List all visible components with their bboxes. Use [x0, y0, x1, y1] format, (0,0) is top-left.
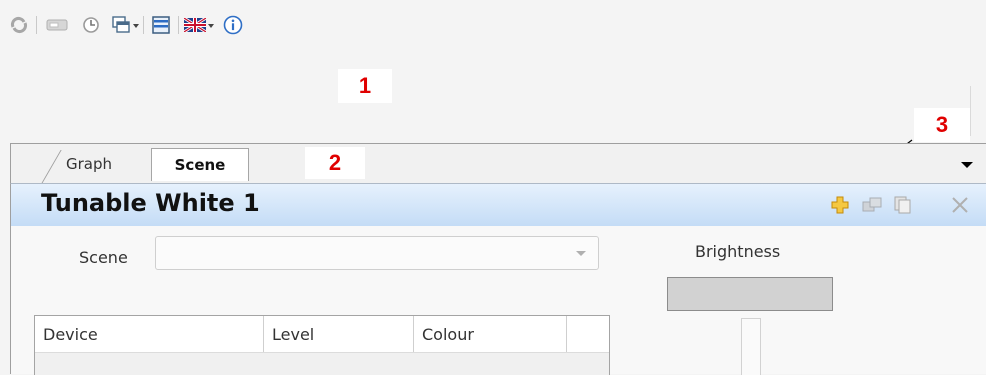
language-dropdown-arrow-icon[interactable] [208, 24, 214, 28]
list-view-icon[interactable] [150, 14, 172, 36]
delete-icon[interactable] [949, 194, 971, 216]
toolbar-separator [36, 16, 37, 34]
scene-label: Scene [79, 248, 128, 267]
divider-line [970, 86, 971, 136]
panel-title: Tunable White 1 [41, 189, 260, 217]
callout-3: 3 [914, 108, 970, 142]
chevron-down-icon [576, 251, 586, 256]
refresh-icon[interactable] [8, 14, 30, 36]
window-dropdown-arrow-icon[interactable] [133, 24, 139, 28]
brightness-value-box[interactable] [667, 277, 833, 311]
info-icon[interactable] [222, 14, 244, 36]
scene-select[interactable] [155, 236, 599, 270]
copy-icon[interactable] [891, 194, 913, 216]
tab-graph[interactable]: Graph [41, 148, 137, 180]
table-header: Device Level Colour [35, 316, 609, 353]
window-icon[interactable] [110, 14, 132, 36]
column-header-colour[interactable]: Colour [414, 316, 567, 352]
main-toolbar [0, 0, 986, 48]
toolbar-separator [178, 16, 179, 34]
clock-icon[interactable] [80, 14, 102, 36]
device-table: Device Level Colour [34, 315, 610, 375]
column-header-extra [567, 316, 609, 352]
panel-header: Tunable White 1 [10, 183, 986, 227]
device-icon[interactable] [46, 14, 68, 36]
column-header-level[interactable]: Level [264, 316, 414, 352]
uk-flag-icon[interactable] [184, 14, 206, 36]
brightness-label: Brightness [695, 242, 781, 261]
column-header-device[interactable]: Device [35, 316, 264, 352]
toolbar-separator [143, 16, 144, 34]
tab-menu-dropdown-icon[interactable] [961, 162, 973, 168]
tab-scene[interactable]: Scene [151, 148, 249, 181]
scene-content-panel: Scene Brightness Device Level Colour [10, 226, 986, 375]
callout-1: 1 [338, 69, 392, 103]
brightness-slider[interactable] [741, 318, 761, 375]
tab-bar: Graph Scene [10, 143, 986, 184]
callout-2: 2 [305, 147, 365, 179]
copy-devices-icon[interactable] [861, 194, 883, 216]
add-icon[interactable] [829, 194, 851, 216]
